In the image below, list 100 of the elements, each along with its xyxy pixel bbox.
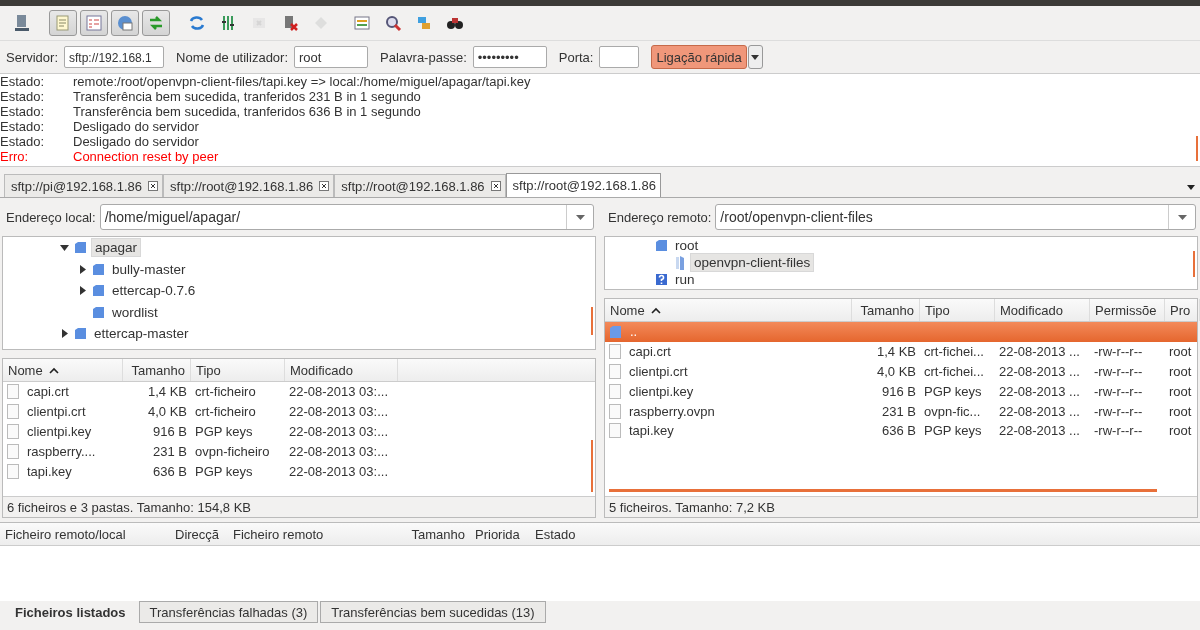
column-header[interactable]: Tipo [191, 359, 285, 381]
connection-tab[interactable]: sftp://root@192.168.1.86 [334, 174, 506, 197]
table-cell: -rw-r--r-- [1094, 383, 1143, 399]
column-header[interactable]: Tamanho [400, 523, 470, 545]
address-field[interactable]: /home/miguel/apagar/ [99, 204, 594, 230]
table-cell: capi.crt [27, 384, 69, 400]
close-icon[interactable] [490, 181, 501, 191]
folder-icon [673, 254, 686, 271]
log-label: Estado: [0, 104, 46, 119]
table-cell: 231 B [882, 403, 916, 419]
caret-icon [575, 214, 585, 220]
table-cell: -rw-r--r-- [1094, 364, 1143, 379]
expand-arrow-icon[interactable] [59, 329, 69, 339]
input-field[interactable] [599, 46, 640, 68]
log-label: Erro: [0, 149, 30, 164]
question-icon [655, 273, 668, 286]
column-header[interactable]: Ficheiro remoto/local [0, 523, 170, 545]
column-header[interactable]: Ficheiro remoto [228, 523, 400, 545]
column-header[interactable]: Nome [3, 359, 123, 381]
log-label: Estado: [0, 74, 46, 89]
expand-arrow-icon[interactable] [77, 286, 87, 296]
table-cell: 916 B [882, 383, 916, 399]
input-field[interactable]: sftp://192.168.1 [64, 46, 165, 68]
queue-tab[interactable]: Transferências falhadas (3) [138, 601, 319, 623]
log-label: Estado: [0, 89, 46, 104]
queue-tab[interactable]: Transferências bem sucedidas (13) [320, 601, 546, 623]
table-cell: 22-08-2013 03:... [289, 443, 389, 459]
arrows-icon-button[interactable] [142, 10, 170, 36]
folder-icon [92, 305, 105, 319]
list-icon-button[interactable] [80, 10, 108, 36]
table-cell: -rw-r--r-- [1094, 344, 1143, 360]
column-header[interactable]: Priorida [470, 523, 530, 545]
log-message: Desligado do servidor [73, 119, 199, 134]
table-cell: crt-ficheiro [195, 404, 256, 420]
table-cell: tapi.key [27, 463, 72, 479]
folder-icon [609, 324, 622, 339]
quickconnect-button[interactable]: Ligação rápida [651, 45, 747, 69]
dropdown-button[interactable] [747, 45, 763, 69]
table-cell: clientpi.crt [27, 404, 86, 420]
close-icon[interactable] [148, 181, 158, 191]
address-label: Endereço local: [6, 209, 96, 225]
column-header[interactable]: Nome [605, 299, 852, 321]
file-icon [609, 344, 621, 360]
file-icon [609, 423, 621, 439]
column-header[interactable]: Tamanho [852, 299, 920, 321]
arrows-icon [147, 14, 165, 32]
log-message: Connection reset by peer [73, 149, 219, 164]
file-icon [609, 364, 621, 379]
column-header[interactable]: Modificado [995, 299, 1090, 321]
connection-tab[interactable]: sftp://root@192.168.1.86 [505, 173, 661, 197]
table-icon [353, 14, 371, 32]
table-cell: crt-ficheiro [195, 384, 256, 400]
folder-icon [74, 241, 87, 255]
folder-name[interactable]: openvpn-client-files [690, 253, 815, 272]
address-label: Endereço remoto: [608, 209, 712, 225]
column-header[interactable]: Direcçã [170, 523, 228, 545]
table-cell: root [1169, 383, 1192, 399]
expand-arrow-icon[interactable] [77, 264, 87, 274]
table-cell: raspberry.... [27, 443, 96, 459]
table-cell: 636 B [882, 423, 916, 439]
folder-name[interactable]: apagar [91, 238, 142, 258]
connection-tab[interactable]: sftp://root@192.168.1.86 [163, 174, 335, 197]
close-icon[interactable] [319, 181, 330, 191]
column-header[interactable]: Tamanho [123, 359, 191, 381]
globe-icon-button[interactable] [111, 10, 139, 36]
notepad-icon-button[interactable] [49, 10, 77, 36]
table-cell: 22-08-2013 03:... [289, 384, 389, 400]
file-icon [7, 384, 19, 400]
caret-icon[interactable] [1187, 185, 1195, 190]
collapse-arrow-icon[interactable] [59, 243, 69, 253]
folder-name[interactable]: ettercap-master [91, 325, 192, 343]
folder-name[interactable]: bully-master [109, 260, 189, 278]
connection-tab[interactable]: sftp://pi@192.168.1.86 [4, 174, 163, 197]
column-header[interactable]: Permissõe [1090, 299, 1165, 321]
table-cell: 636 B [153, 463, 187, 479]
folder-name[interactable]: wordlist [109, 303, 161, 321]
column-header[interactable]: Tipo [920, 299, 995, 321]
file-icon [609, 383, 621, 399]
table-cell: 231 B [153, 443, 187, 459]
table-cell: PGP keys [195, 424, 253, 439]
column-header[interactable]: Modificado [285, 359, 398, 381]
folder-name[interactable]: root [672, 237, 702, 254]
file-icon [7, 424, 19, 439]
table-cell: PGP keys [924, 383, 982, 399]
table-cell: 22-08-2013 03:... [289, 404, 389, 420]
folder-icon [74, 327, 87, 341]
table-cell: PGP keys [195, 463, 253, 479]
table-cell: 1,4 KB [876, 344, 916, 360]
input-field[interactable]: root [294, 46, 369, 68]
address-field[interactable]: /root/openvpn-client-files [715, 204, 1196, 230]
input-field[interactable]: ••••••••• [472, 46, 547, 68]
table-cell: clientpi.key [27, 424, 92, 439]
table-cell: -rw-r--r-- [1094, 423, 1143, 439]
column-header[interactable]: Estado [530, 523, 650, 545]
table-cell: 22-08-2013 03:... [289, 463, 389, 479]
folder-name[interactable]: ettercap-0.7.6 [109, 282, 199, 300]
file-icon [7, 443, 19, 459]
sort-icon [48, 366, 59, 374]
column-header[interactable]: Pro [1165, 299, 1200, 321]
folder-name[interactable]: run [672, 271, 698, 288]
